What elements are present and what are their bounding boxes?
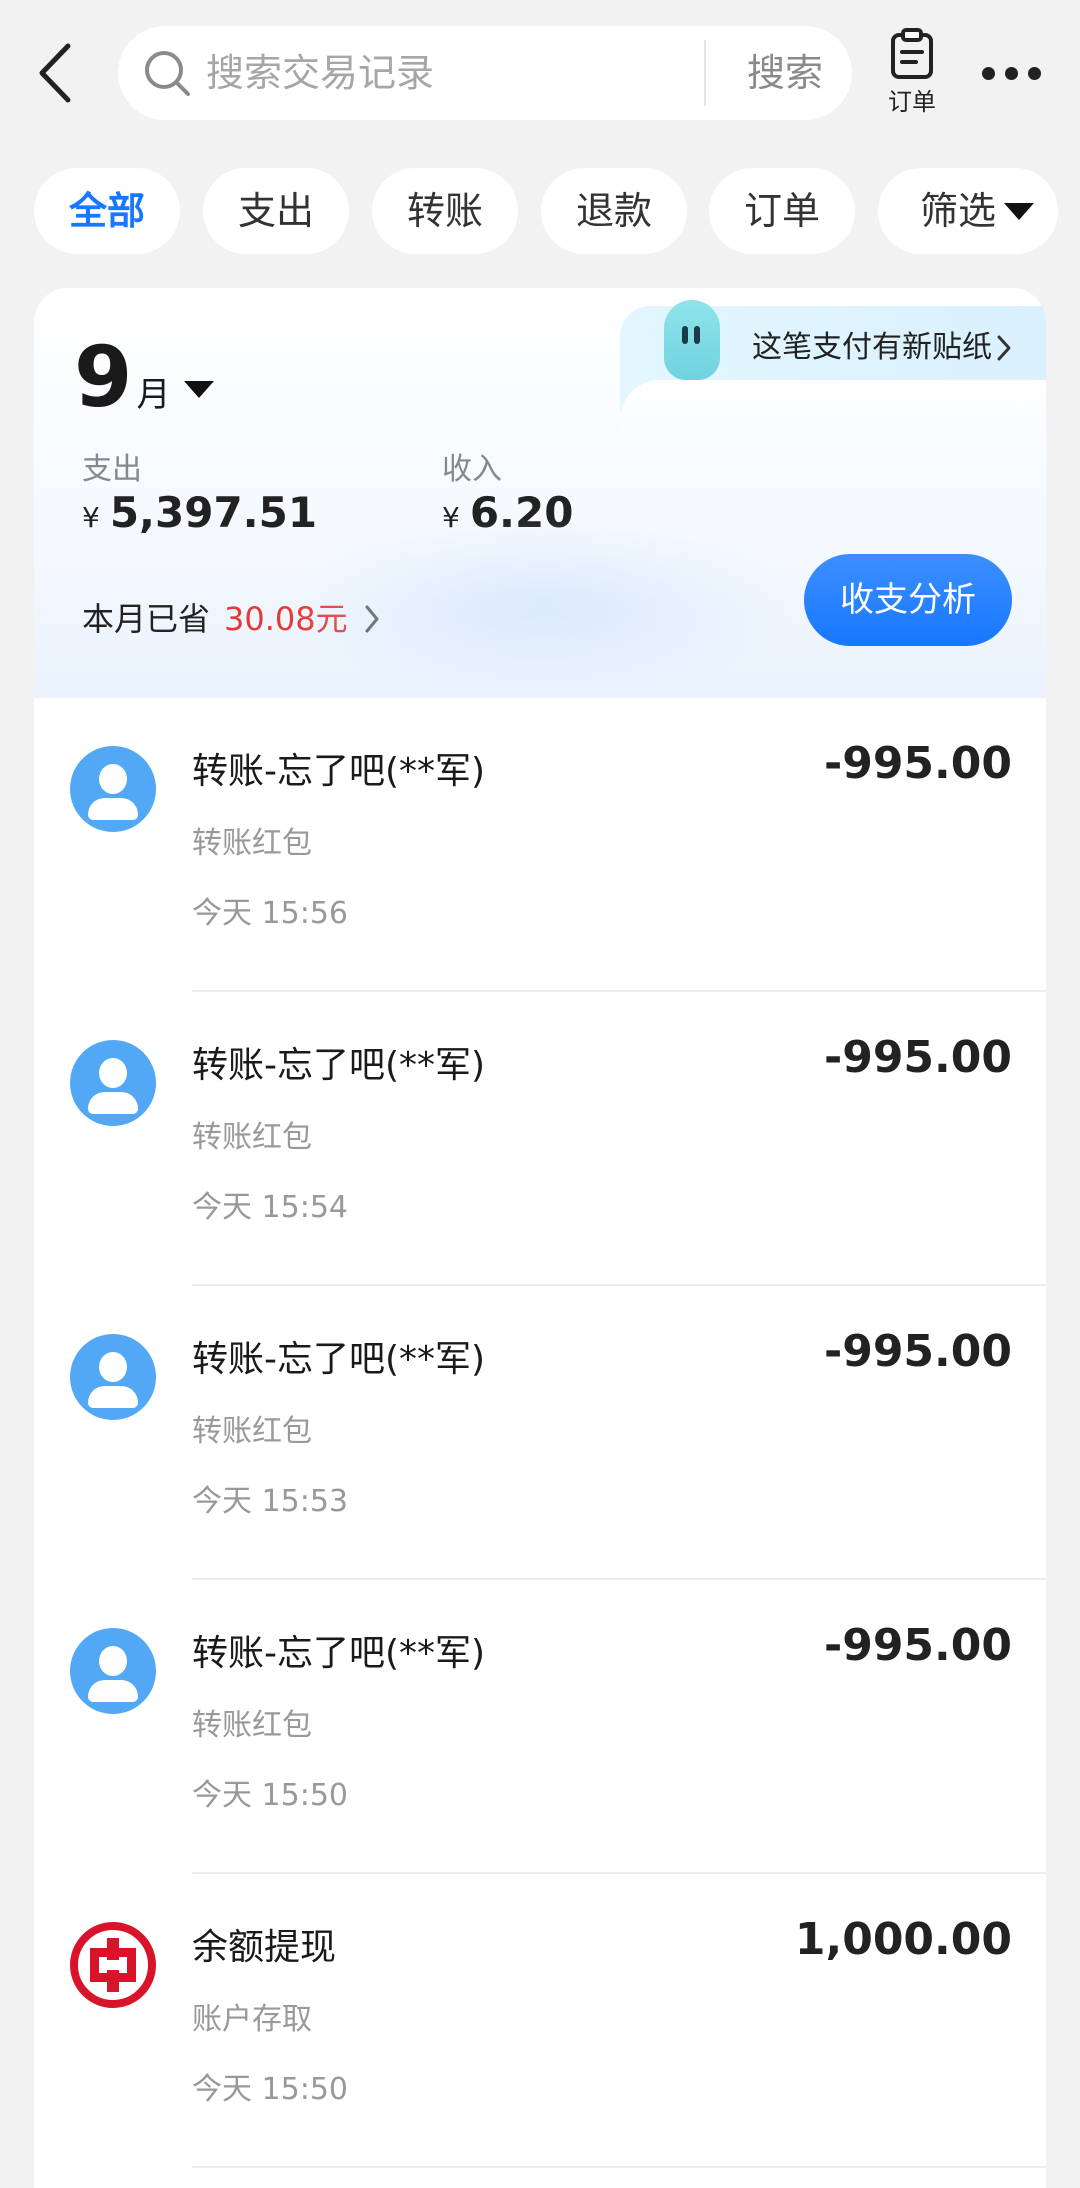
transaction-row[interactable]: 转账-忘了吧(**军) 转账红包 今天 15:53 -995.00 [34, 1286, 1046, 1580]
search-divider [704, 40, 706, 106]
more-dot-icon [1005, 67, 1018, 80]
dropdown-triangle-icon [184, 381, 215, 398]
income-expense-analysis-button[interactable]: 收支分析 [804, 554, 1012, 646]
transaction-row[interactable]: 余额提现 账户存取 今天 15:50 1,000.00 [34, 1874, 1046, 2168]
transaction-title: 转账-忘了吧(**军) [192, 1045, 486, 1086]
chevron-right-icon [365, 605, 379, 633]
month-number: 9 [74, 328, 133, 426]
transaction-category: 账户存取 [192, 2002, 312, 2037]
transaction-time: 今天 15:50 [192, 1778, 348, 1813]
transaction-amount: -995.00 [823, 738, 1012, 789]
expense-total: ¥5,397.51 [82, 488, 317, 537]
order-label: 订单 [888, 88, 936, 116]
currency-symbol: ¥ [442, 501, 460, 534]
income-label: 收入 [442, 452, 502, 487]
transaction-row[interactable]: 转账-忘了吧(**军) 转账红包 今天 15:56 -995.00 [34, 698, 1046, 992]
transaction-row[interactable]: 转账-忘了吧(**军) 转账红包 今天 15:50 -995.00 [34, 1580, 1046, 1874]
filter-chip-refund[interactable]: 退款 [541, 168, 687, 254]
saved-label: 本月已省 [82, 600, 211, 638]
transaction-title: 转账-忘了吧(**军) [192, 751, 486, 792]
month-selector[interactable]: 9月 [74, 332, 215, 422]
transaction-title: 转账-忘了吧(**军) [192, 1633, 486, 1674]
transaction-time: 今天 15:56 [192, 896, 348, 931]
search-bar[interactable]: 搜索交易记录 搜索 [118, 26, 852, 120]
more-dot-icon [982, 67, 995, 80]
transaction-list: 转账-忘了吧(**军) 转账红包 今天 15:56 -995.00 转账-忘了吧… [34, 698, 1046, 2168]
transaction-category: 转账红包 [192, 1120, 312, 1155]
income-value: 6.20 [469, 488, 574, 537]
order-button[interactable]: 订单 [872, 24, 952, 124]
savings-link[interactable]: 本月已省 30.08元 [82, 594, 380, 644]
filter-chip-order[interactable]: 订单 [709, 168, 855, 254]
person-avatar-icon [70, 1628, 156, 1714]
transaction-amount: -995.00 [823, 1326, 1012, 1377]
person-avatar-icon [70, 746, 156, 832]
transaction-amount: 1,000.00 [794, 1914, 1012, 1965]
transaction-title: 余额提现 [192, 1927, 337, 1968]
currency-symbol: ¥ [82, 501, 100, 534]
mascot-sticker-icon [664, 300, 720, 380]
month-unit: 月 [136, 375, 171, 415]
transaction-category: 转账红包 [192, 1414, 312, 1449]
expense-value: 5,397.51 [109, 488, 318, 537]
transaction-amount: -995.00 [823, 1032, 1012, 1083]
summary-curve [620, 380, 1046, 440]
icbc-bank-logo-icon [70, 1922, 156, 2008]
transaction-category: 转账红包 [192, 1708, 312, 1743]
chevron-right-icon [997, 335, 1011, 361]
filter-chip-transfer[interactable]: 转账 [372, 168, 518, 254]
row-divider [192, 2166, 1046, 2168]
transaction-category: 转账红包 [192, 826, 312, 861]
back-arrow-icon [39, 43, 71, 103]
transaction-amount: -995.00 [823, 1620, 1012, 1671]
income-total: ¥6.20 [442, 488, 573, 537]
person-avatar-icon [70, 1040, 156, 1126]
filter-tabs: 全部 支出 转账 退款 订单 筛选 [0, 168, 1080, 256]
filter-dropdown-label: 筛选 [920, 189, 997, 233]
search-input[interactable]: 搜索交易记录 [206, 26, 434, 120]
transaction-row[interactable]: 转账-忘了吧(**军) 转账红包 今天 15:54 -995.00 [34, 992, 1046, 1286]
transaction-time: 今天 15:53 [192, 1484, 348, 1519]
filter-dropdown[interactable]: 筛选 [878, 168, 1058, 254]
search-button[interactable]: 搜索 [718, 26, 852, 120]
dropdown-triangle-icon [1004, 203, 1034, 220]
transaction-time: 今天 15:54 [192, 1190, 348, 1225]
monthly-summary: 这笔支付有新贴纸 9月 支出 ¥5,397.51 收入 ¥6.20 本月已省 30… [34, 288, 1046, 698]
top-bar: 搜索交易记录 搜索 订单 [0, 0, 1080, 150]
more-options-button[interactable] [972, 48, 1052, 98]
saved-amount: 30.08元 [224, 600, 348, 638]
person-avatar-icon [70, 1334, 156, 1420]
transaction-title: 转账-忘了吧(**军) [192, 1339, 486, 1380]
transaction-time: 今天 15:50 [192, 2072, 348, 2107]
back-button[interactable] [28, 36, 88, 110]
transactions-card: 这笔支付有新贴纸 9月 支出 ¥5,397.51 收入 ¥6.20 本月已省 30… [34, 288, 1046, 2188]
filter-chip-expense[interactable]: 支出 [203, 168, 349, 254]
filter-chip-all[interactable]: 全部 [34, 168, 180, 254]
clipboard-icon [891, 28, 933, 79]
expense-label: 支出 [82, 452, 142, 487]
sticker-banner-text[interactable]: 这笔支付有新贴纸 [752, 326, 992, 370]
search-icon [145, 51, 190, 96]
more-dot-icon [1028, 67, 1041, 80]
